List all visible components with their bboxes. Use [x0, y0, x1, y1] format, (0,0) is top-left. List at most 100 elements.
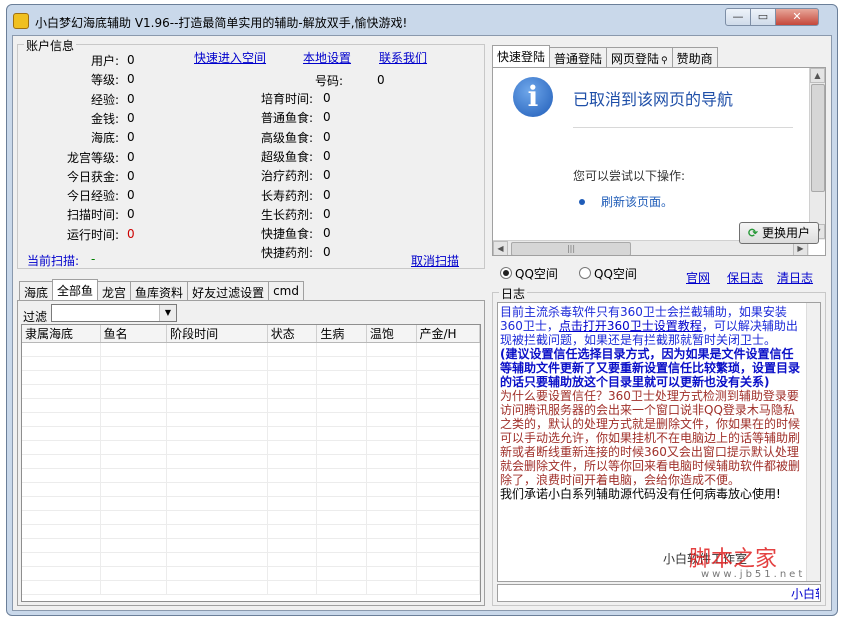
log-text-area[interactable]: 目前主流杀毒软件只有360卫士会拦截辅助，如果安装360卫士，点击打开360卫士… — [497, 302, 821, 582]
tab-seabed[interactable]: 海底 — [19, 281, 54, 301]
tab-fish-library[interactable]: 鱼库资料 — [130, 281, 189, 301]
tab-normal-login[interactable]: 普通登陆 — [549, 47, 608, 67]
table-cell — [267, 356, 318, 371]
cancel-scan-link[interactable]: 取消扫描 — [411, 252, 459, 269]
clear-log-link[interactable]: 清日志 — [777, 269, 813, 286]
table-cell — [166, 580, 268, 595]
radio-icon — [579, 267, 591, 279]
local-settings-link[interactable]: 本地设置 — [303, 49, 351, 66]
status-studio-short: 小白软件工作室 — [791, 587, 819, 601]
tab-all-fish[interactable]: 全部鱼 — [52, 279, 99, 302]
tab-friend-filter[interactable]: 好友过滤设置 — [187, 281, 270, 301]
official-site-link[interactable]: 官网 — [686, 269, 710, 286]
filter-select[interactable]: ▼ — [51, 304, 177, 322]
scroll-up-button[interactable]: ▲ — [810, 68, 825, 83]
refresh-icon: ⟳ — [748, 226, 759, 240]
table-cell — [166, 566, 268, 581]
scroll-left-button[interactable]: ◀ — [493, 241, 508, 255]
qq-space-radio-1-label: QQ空间 — [515, 267, 558, 281]
table-cell — [166, 384, 268, 399]
maximize-button[interactable]: ▭ — [750, 8, 776, 26]
table-cell — [22, 356, 101, 371]
log-scrollbar[interactable] — [806, 303, 820, 581]
column-header[interactable]: 鱼名 — [100, 325, 168, 343]
table-cell — [22, 412, 101, 427]
stat-value: 0 — [323, 206, 331, 221]
tab-web-login[interactable]: 网页登陆 ⚲ — [606, 47, 673, 67]
table-row — [22, 440, 480, 455]
current-scan-label: 当前扫描: — [27, 254, 80, 268]
table-cell — [316, 538, 367, 553]
tab-cmd-label: cmd — [273, 284, 299, 298]
hscroll-thumb[interactable]: ||| — [511, 242, 631, 255]
column-header[interactable]: 温饱 — [366, 325, 417, 343]
table-cell — [22, 454, 101, 469]
tab-quick-login[interactable]: 快速登陆 — [492, 45, 551, 68]
table-cell — [316, 356, 367, 371]
log-content: 目前主流杀毒软件只有360卫士会拦截辅助，如果安装360卫士，点击打开360卫士… — [500, 305, 800, 501]
table-cell — [366, 580, 417, 595]
table-cell — [316, 482, 367, 497]
status-input[interactable] — [497, 584, 821, 602]
table-cell — [267, 454, 318, 469]
table-row — [22, 496, 480, 511]
client-area: 账户信息 快速进入空间 本地设置 联系我们 用户: 0 等级: 0 经验: 0 金钱: 0 海底… — [12, 35, 832, 611]
stat-value: 0 — [127, 53, 135, 67]
stat-value: 0 — [323, 168, 331, 183]
table-cell — [366, 440, 417, 455]
table-row — [22, 468, 480, 483]
tab-cmd[interactable]: cmd — [268, 281, 304, 301]
table-cell — [366, 454, 417, 469]
stat-value: 0 — [127, 149, 135, 164]
browser-vertical-scrollbar[interactable]: ▲ ▼ — [809, 68, 825, 240]
stat-label: 运行时间: — [66, 227, 119, 242]
save-log-link[interactable]: 保日志 — [727, 269, 763, 286]
table-cell — [366, 552, 417, 567]
stat-value: 0 — [127, 226, 135, 241]
stat-label: 龙宫等级: — [66, 150, 119, 165]
minimize-button[interactable]: — — [725, 8, 751, 26]
table-cell — [100, 398, 168, 413]
stat-value: 0 — [127, 110, 135, 125]
column-header[interactable]: 隶属海底 — [22, 325, 101, 343]
table-row — [22, 356, 480, 371]
quick-enter-space-link[interactable]: 快速进入空间 — [194, 49, 266, 66]
table-cell — [166, 552, 268, 567]
table-cell — [366, 384, 417, 399]
stat-label: 普通鱼食: — [260, 111, 313, 126]
chevron-down-icon: ▼ — [159, 305, 176, 321]
scroll-thumb[interactable] — [811, 84, 825, 192]
table-cell — [316, 398, 367, 413]
fish-table-grid: 隶属海底 鱼名 阶段时间 状态 生病 温饱 产金/H — [22, 325, 480, 595]
qq-space-radio-1[interactable]: QQ空间 — [500, 265, 558, 282]
tab-sponsor[interactable]: 赞助商 — [671, 47, 718, 67]
column-header[interactable]: 生病 — [316, 325, 367, 343]
tab-dragon-palace[interactable]: 龙宫 — [97, 281, 132, 301]
table-row — [22, 454, 480, 469]
column-header[interactable]: 阶段时间 — [166, 325, 268, 343]
refresh-page-link[interactable]: 刷新该页面。 — [601, 193, 673, 210]
stat-value: 0 — [323, 148, 331, 163]
table-cell — [22, 566, 101, 581]
switch-user-button[interactable]: ⟳ 更换用户 — [739, 222, 819, 244]
tab-normal-login-label: 普通登陆 — [554, 52, 603, 66]
table-cell — [267, 398, 318, 413]
stat-value: 0 — [323, 245, 331, 260]
table-header-row: 隶属海底 鱼名 阶段时间 状态 生病 温饱 产金/H — [22, 325, 480, 343]
table-row — [22, 566, 480, 581]
open-360-tutorial-link[interactable]: 点击打开360卫士设置教程 — [559, 319, 702, 333]
stat-label: 等级: — [90, 73, 119, 88]
column-header[interactable]: 状态 — [267, 325, 318, 343]
column-header[interactable]: 产金/H — [416, 325, 480, 343]
qq-space-radio-2[interactable]: QQ空间 — [579, 265, 637, 282]
table-cell — [416, 370, 480, 385]
table-cell — [100, 482, 168, 497]
table-cell — [267, 468, 318, 483]
table-cell — [366, 342, 417, 357]
table-cell — [100, 566, 168, 581]
tab-all-fish-label: 全部鱼 — [57, 284, 94, 298]
stat-value: 0 — [127, 168, 135, 183]
contact-us-link[interactable]: 联系我们 — [379, 49, 427, 66]
close-button[interactable]: ✕ — [775, 8, 819, 26]
table-cell — [166, 370, 268, 385]
